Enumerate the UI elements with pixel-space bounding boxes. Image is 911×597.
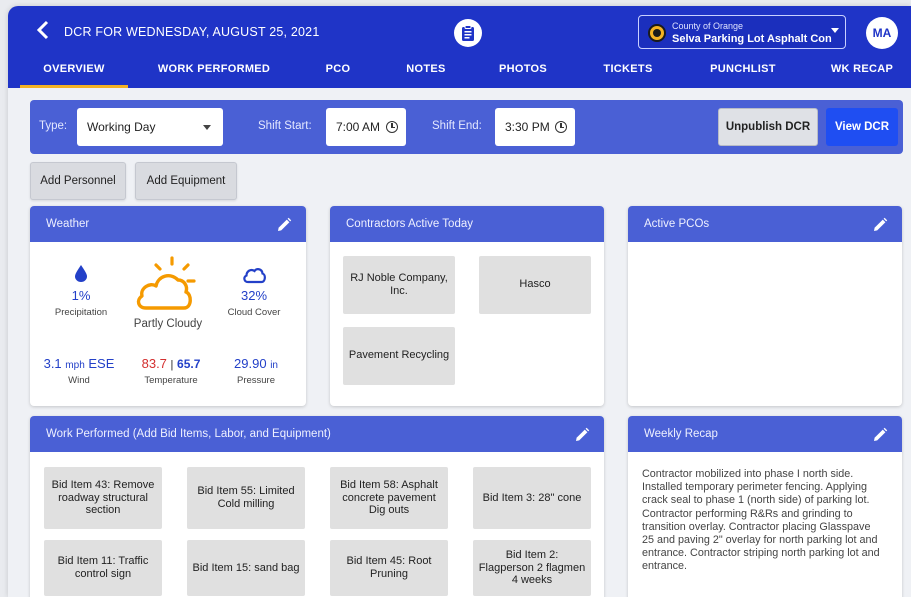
unpublish-dcr-button[interactable]: Unpublish DCR — [718, 108, 818, 146]
edit-pencil-icon[interactable] — [872, 427, 888, 443]
view-dcr-button[interactable]: View DCR — [826, 108, 898, 146]
weekly-recap-card: Weekly Recap Contractor mobilized into p… — [628, 416, 902, 597]
work-performed-title: Work Performed (Add Bid Items, Labor, an… — [46, 428, 331, 440]
weather-card: Weather 1% Precipitation Partly Cloudy 3… — [30, 206, 306, 406]
contractors-card-header: Contractors Active Today — [330, 206, 604, 242]
bid-item[interactable]: Bid Item 3: 28" cone — [473, 467, 591, 529]
work-performed-card: Work Performed (Add Bid Items, Labor, an… — [30, 416, 604, 597]
pressure-block: 29.90 in Pressure — [220, 356, 292, 386]
precipitation-value: 1% — [71, 288, 91, 303]
work-performed-card-header: Work Performed (Add Bid Items, Labor, an… — [30, 416, 604, 452]
contractors-card: Contractors Active Today RJ Noble Compan… — [330, 206, 604, 406]
bid-item[interactable]: Bid Item 55: Limited Cold milling — [187, 467, 305, 529]
add-equipment-button[interactable]: Add Equipment — [135, 162, 237, 200]
temperature-label: Temperature — [144, 375, 198, 386]
tab-wk-recap[interactable]: WK RECAP — [820, 56, 904, 88]
shift-start-label: Shift Start: — [258, 120, 312, 132]
active-pcos-card-header: Active PCOs — [628, 206, 902, 242]
wind-value: 3.1 mph ESE — [36, 356, 122, 371]
pressure-unit: in — [270, 360, 278, 371]
pressure-value: 29.90 in — [220, 356, 292, 371]
county-seal-icon — [648, 24, 666, 42]
tab-overview[interactable]: OVERVIEW — [20, 56, 128, 88]
contractor-item[interactable]: Hasco — [479, 256, 591, 314]
wind-unit: mph — [65, 360, 85, 371]
raindrop-icon — [75, 265, 87, 282]
pressure-number: 29.90 — [234, 356, 267, 371]
shift-end-value: 3:30 PM — [505, 120, 550, 134]
bid-item[interactable]: Bid Item 45: Root Pruning — [330, 540, 448, 596]
cloud-cover-label: Cloud Cover — [227, 307, 281, 318]
chevron-down-icon — [831, 28, 839, 33]
cloud-icon — [243, 268, 266, 284]
clock-icon — [386, 121, 398, 133]
edit-pencil-icon[interactable] — [574, 427, 590, 443]
project-name: Selva Parking Lot Asphalt Concrete — [672, 33, 832, 45]
bid-item[interactable]: Bid Item 11: Traffic control sign — [44, 540, 162, 596]
page-title: DCR FOR WEDNESDAY, AUGUST 25, 2021 — [64, 25, 320, 39]
tab-pco[interactable]: PCO — [308, 56, 368, 88]
temperature-block: 83.7 | 65.7 Temperature — [126, 356, 216, 386]
tab-photos[interactable]: PHOTOS — [488, 56, 558, 88]
contractors-title: Contractors Active Today — [346, 218, 473, 230]
chevron-down-icon — [203, 125, 211, 130]
contractor-item[interactable]: Pavement Recycling — [343, 327, 455, 385]
weekly-recap-card-header: Weekly Recap — [628, 416, 902, 452]
cloud-cover-value: 32% — [240, 288, 268, 303]
weather-title: Weather — [46, 218, 90, 230]
weekly-recap-text: Contractor mobilized into phase I north … — [642, 468, 880, 573]
wind-direction: ESE — [88, 356, 115, 371]
tab-punchlist[interactable]: PUNCHLIST — [698, 56, 788, 88]
type-label: Type: — [39, 120, 68, 132]
precipitation-label: Precipitation — [54, 307, 108, 318]
bid-item[interactable]: Bid Item 2: Flagperson 2 flagmen 4 weeks — [473, 540, 591, 596]
shift-start-field[interactable]: 7:00 AM — [326, 108, 406, 146]
back-arrow-icon[interactable] — [36, 20, 58, 42]
user-avatar[interactable]: MA — [866, 17, 898, 49]
tab-work-performed[interactable]: WORK PERFORMED — [148, 56, 280, 88]
weather-condition: Partly Cloudy — [133, 318, 203, 330]
shift-end-field[interactable]: 3:30 PM — [495, 108, 575, 146]
tab-notes[interactable]: NOTES — [394, 56, 458, 88]
tab-tickets[interactable]: TICKETS — [592, 56, 664, 88]
bid-item[interactable]: Bid Item 58: Asphalt concrete pavement D… — [330, 467, 448, 529]
shift-end-label: Shift End: — [432, 120, 482, 132]
temp-separator: | — [170, 359, 174, 371]
clipboard-icon[interactable] — [454, 19, 482, 47]
temp-high: 83.7 — [141, 356, 167, 371]
shift-start-value: 7:00 AM — [336, 120, 381, 134]
pressure-label: Pressure — [236, 375, 275, 386]
cloud-cover-block: 32% Cloud Cover — [218, 288, 290, 318]
project-selector[interactable]: County of Orange Selva Parking Lot Aspha… — [638, 15, 846, 49]
active-pcos-card: Active PCOs — [628, 206, 902, 406]
app-window: DCR FOR WEDNESDAY, AUGUST 25, 2021 Count… — [8, 6, 911, 597]
tab-bar: OVERVIEW WORK PERFORMED PCO NOTES PHOTOS… — [8, 56, 911, 88]
precipitation-block: 1% Precipitation — [46, 288, 116, 318]
top-bar: DCR FOR WEDNESDAY, AUGUST 25, 2021 Count… — [8, 6, 911, 88]
edit-pencil-icon[interactable] — [872, 217, 888, 233]
active-pcos-title: Active PCOs — [644, 218, 710, 230]
bid-item[interactable]: Bid Item 15: sand bag — [187, 540, 305, 596]
wind-label: Wind — [68, 375, 90, 386]
project-county: County of Orange — [672, 21, 744, 31]
weekly-recap-title: Weekly Recap — [644, 428, 718, 440]
weather-card-header: Weather — [30, 206, 306, 242]
temp-low: 65.7 — [177, 357, 201, 371]
contractor-item[interactable]: RJ Noble Company, Inc. — [343, 256, 455, 314]
clock-icon — [555, 121, 567, 133]
temperature-value: 83.7 | 65.7 — [126, 356, 216, 371]
type-select[interactable]: Working Day — [77, 108, 223, 146]
partly-cloudy-icon — [136, 256, 196, 310]
edit-pencil-icon[interactable] — [276, 217, 292, 233]
wind-block: 3.1 mph ESE Wind — [36, 356, 122, 386]
shift-bar: Type: Working Day Shift Start: 7:00 AM S… — [30, 100, 903, 154]
wind-speed: 3.1 — [43, 356, 62, 371]
type-value: Working Day — [87, 120, 156, 134]
bid-item[interactable]: Bid Item 43: Remove roadway structural s… — [44, 467, 162, 529]
add-personnel-button[interactable]: Add Personnel — [30, 162, 126, 200]
condition-block: Partly Cloudy — [128, 318, 208, 330]
